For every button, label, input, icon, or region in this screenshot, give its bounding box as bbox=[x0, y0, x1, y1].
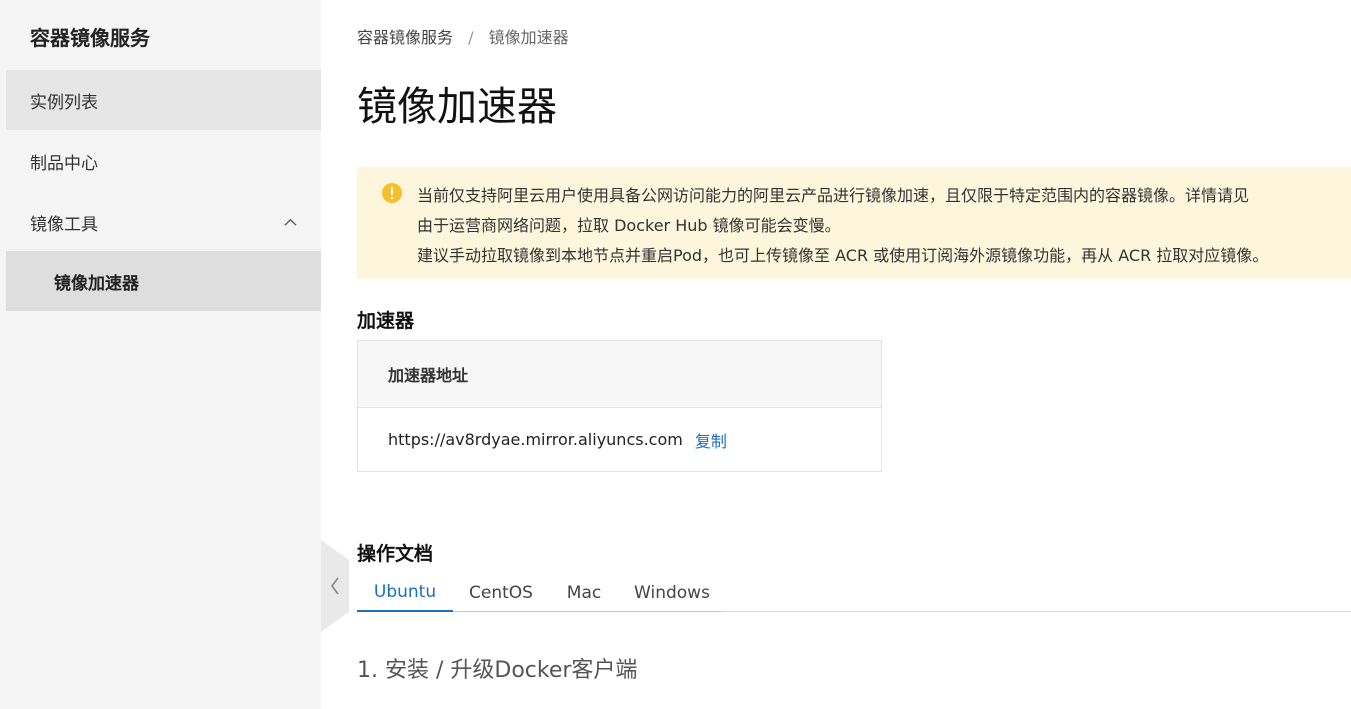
tab-windows[interactable]: Windows bbox=[619, 574, 725, 612]
tab-ubuntu[interactable]: Ubuntu bbox=[357, 574, 453, 612]
docs-tabs: Ubuntu CentOS Mac Windows bbox=[357, 574, 1351, 612]
notice-line: 当前仅支持阿里云用户使用具备公网访问能力的阿里云产品进行镜像加速，且仅限于特定范… bbox=[417, 186, 1250, 205]
page-title: 镜像加速器 bbox=[357, 84, 557, 130]
sidebar-item-label: 镜像加速器 bbox=[54, 273, 139, 294]
step-title: 1. 安装 / 升级Docker客户端 bbox=[357, 658, 638, 683]
breadcrumb-root-link[interactable]: 容器镜像服务 bbox=[357, 28, 453, 47]
sidebar-item-image-accelerator[interactable]: 镜像加速器 bbox=[6, 251, 321, 311]
app-root: 容器镜像服务 实例列表 制品中心 镜像工具 镜像加速器 容器镜像服务 / 镜像加… bbox=[0, 0, 1351, 709]
accelerator-address: https://av8rdyae.mirror.aliyuncs.com bbox=[388, 430, 683, 449]
accelerator-address-row: https://av8rdyae.mirror.aliyuncs.com 复制 bbox=[358, 408, 881, 471]
notice-banner: 当前仅支持阿里云用户使用具备公网访问能力的阿里云产品进行镜像加速，且仅限于特定范… bbox=[357, 167, 1351, 279]
breadcrumb-separator: / bbox=[468, 28, 474, 47]
notice-line: 由于运营商网络问题，拉取 Docker Hub 镜像可能会变慢。 bbox=[417, 216, 841, 235]
sidebar: 容器镜像服务 实例列表 制品中心 镜像工具 镜像加速器 bbox=[0, 0, 321, 709]
tab-mac[interactable]: Mac bbox=[549, 574, 619, 612]
notice-line: 建议手动拉取镜像到本地节点并重启Pod，也可上传镜像至 ACR 或使用订阅海外源… bbox=[417, 246, 1269, 265]
accelerator-section-title: 加速器 bbox=[357, 310, 415, 332]
sidebar-item-image-tools[interactable]: 镜像工具 bbox=[6, 192, 321, 252]
notice-text: 当前仅支持阿里云用户使用具备公网访问能力的阿里云产品进行镜像加速，且仅限于特定范… bbox=[417, 181, 1268, 271]
accelerator-table-header: 加速器地址 bbox=[358, 341, 881, 408]
breadcrumb: 容器镜像服务 / 镜像加速器 bbox=[357, 24, 569, 48]
copy-link[interactable]: 复制 bbox=[695, 428, 727, 452]
main-content: 容器镜像服务 / 镜像加速器 镜像加速器 当前仅支持阿里云用户使用具备公网访问能… bbox=[357, 0, 1351, 709]
accelerator-table: 加速器地址 https://av8rdyae.mirror.aliyuncs.c… bbox=[357, 340, 882, 472]
sidebar-title: 容器镜像服务 bbox=[30, 26, 150, 50]
breadcrumb-current: 镜像加速器 bbox=[488, 28, 569, 47]
docs-section-title: 操作文档 bbox=[357, 543, 434, 565]
sidebar-item-label: 镜像工具 bbox=[30, 214, 98, 235]
sidebar-item-label: 制品中心 bbox=[30, 153, 98, 174]
sidebar-item-instances[interactable]: 实例列表 bbox=[6, 70, 321, 130]
chevron-up-icon[interactable] bbox=[284, 216, 297, 229]
warning-circle-icon bbox=[382, 183, 402, 203]
sidebar-item-label: 实例列表 bbox=[30, 92, 98, 113]
sidebar-collapse-button[interactable] bbox=[321, 540, 349, 632]
sidebar-item-artifacts[interactable]: 制品中心 bbox=[6, 131, 321, 191]
tab-centos[interactable]: CentOS bbox=[453, 574, 549, 612]
